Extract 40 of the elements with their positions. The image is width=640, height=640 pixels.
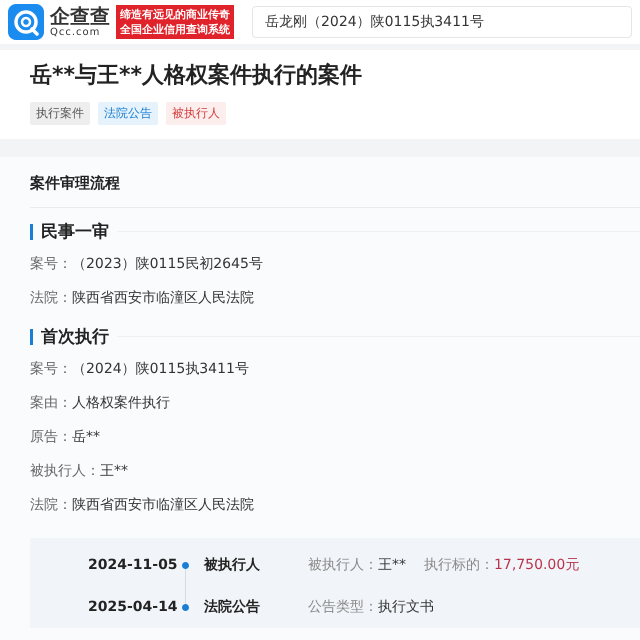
field-value: （2024）陕0115执3411号 — [72, 361, 249, 377]
detail-label: 公告类型： — [308, 599, 378, 615]
section-heading: 案件审理流程 — [30, 174, 120, 193]
detail-label: 执行标的： — [424, 557, 494, 573]
slogan-banner: 缔造有远见的商业传奇 全国企业信用查询系统 — [116, 5, 234, 39]
case-tag: 被执行人 — [166, 102, 226, 125]
event-type: 法院公告 — [204, 598, 261, 616]
detail-value: 17,750.00元 — [494, 557, 580, 573]
stage-title: 民事一审 — [41, 221, 109, 243]
field-label: 法院： — [30, 290, 72, 306]
field-label: 法院： — [30, 497, 72, 513]
timeline-dot — [182, 562, 189, 568]
field-value: 陕西省西安市临潼区人民法院 — [72, 497, 254, 513]
event-date: 2024-11-05 — [88, 557, 179, 573]
case-title: 岳**与王**人格权案件执行的案件 — [30, 62, 364, 90]
logo-icon — [8, 4, 44, 40]
timeline-dot — [182, 604, 189, 610]
field-value: 王** — [100, 463, 128, 479]
detail-value: 王** — [378, 557, 406, 573]
field-value: 人格权案件执行 — [72, 395, 170, 411]
field-value: 陕西省西安市临潼区人民法院 — [72, 290, 254, 306]
field-value: （2023）陕0115民初2645号 — [72, 256, 263, 272]
case-tag: 执行案件 — [30, 102, 90, 125]
stage-title: 首次执行 — [41, 326, 109, 348]
field-label: 原告： — [30, 429, 72, 445]
logo-name: 企查查 — [50, 6, 110, 26]
field-value: 岳** — [72, 429, 100, 445]
detail-label: 被执行人： — [308, 557, 378, 573]
field-label: 被执行人： — [30, 463, 100, 479]
event-date: 2025-04-14 — [88, 599, 179, 615]
event-type: 被执行人 — [204, 556, 261, 574]
accent-bar — [30, 328, 33, 344]
detail-value: 执行文书 — [378, 599, 434, 615]
case-tag: 法院公告 — [98, 102, 158, 125]
accent-bar — [30, 224, 33, 240]
logo-domain: Qcc.com — [50, 28, 100, 38]
field-label: 案由： — [30, 395, 72, 411]
field-label: 案号： — [30, 361, 72, 377]
field-label: 案号： — [30, 256, 72, 272]
search-field[interactable]: 岳龙刚（2024）陕0115执3411号 — [252, 6, 632, 38]
